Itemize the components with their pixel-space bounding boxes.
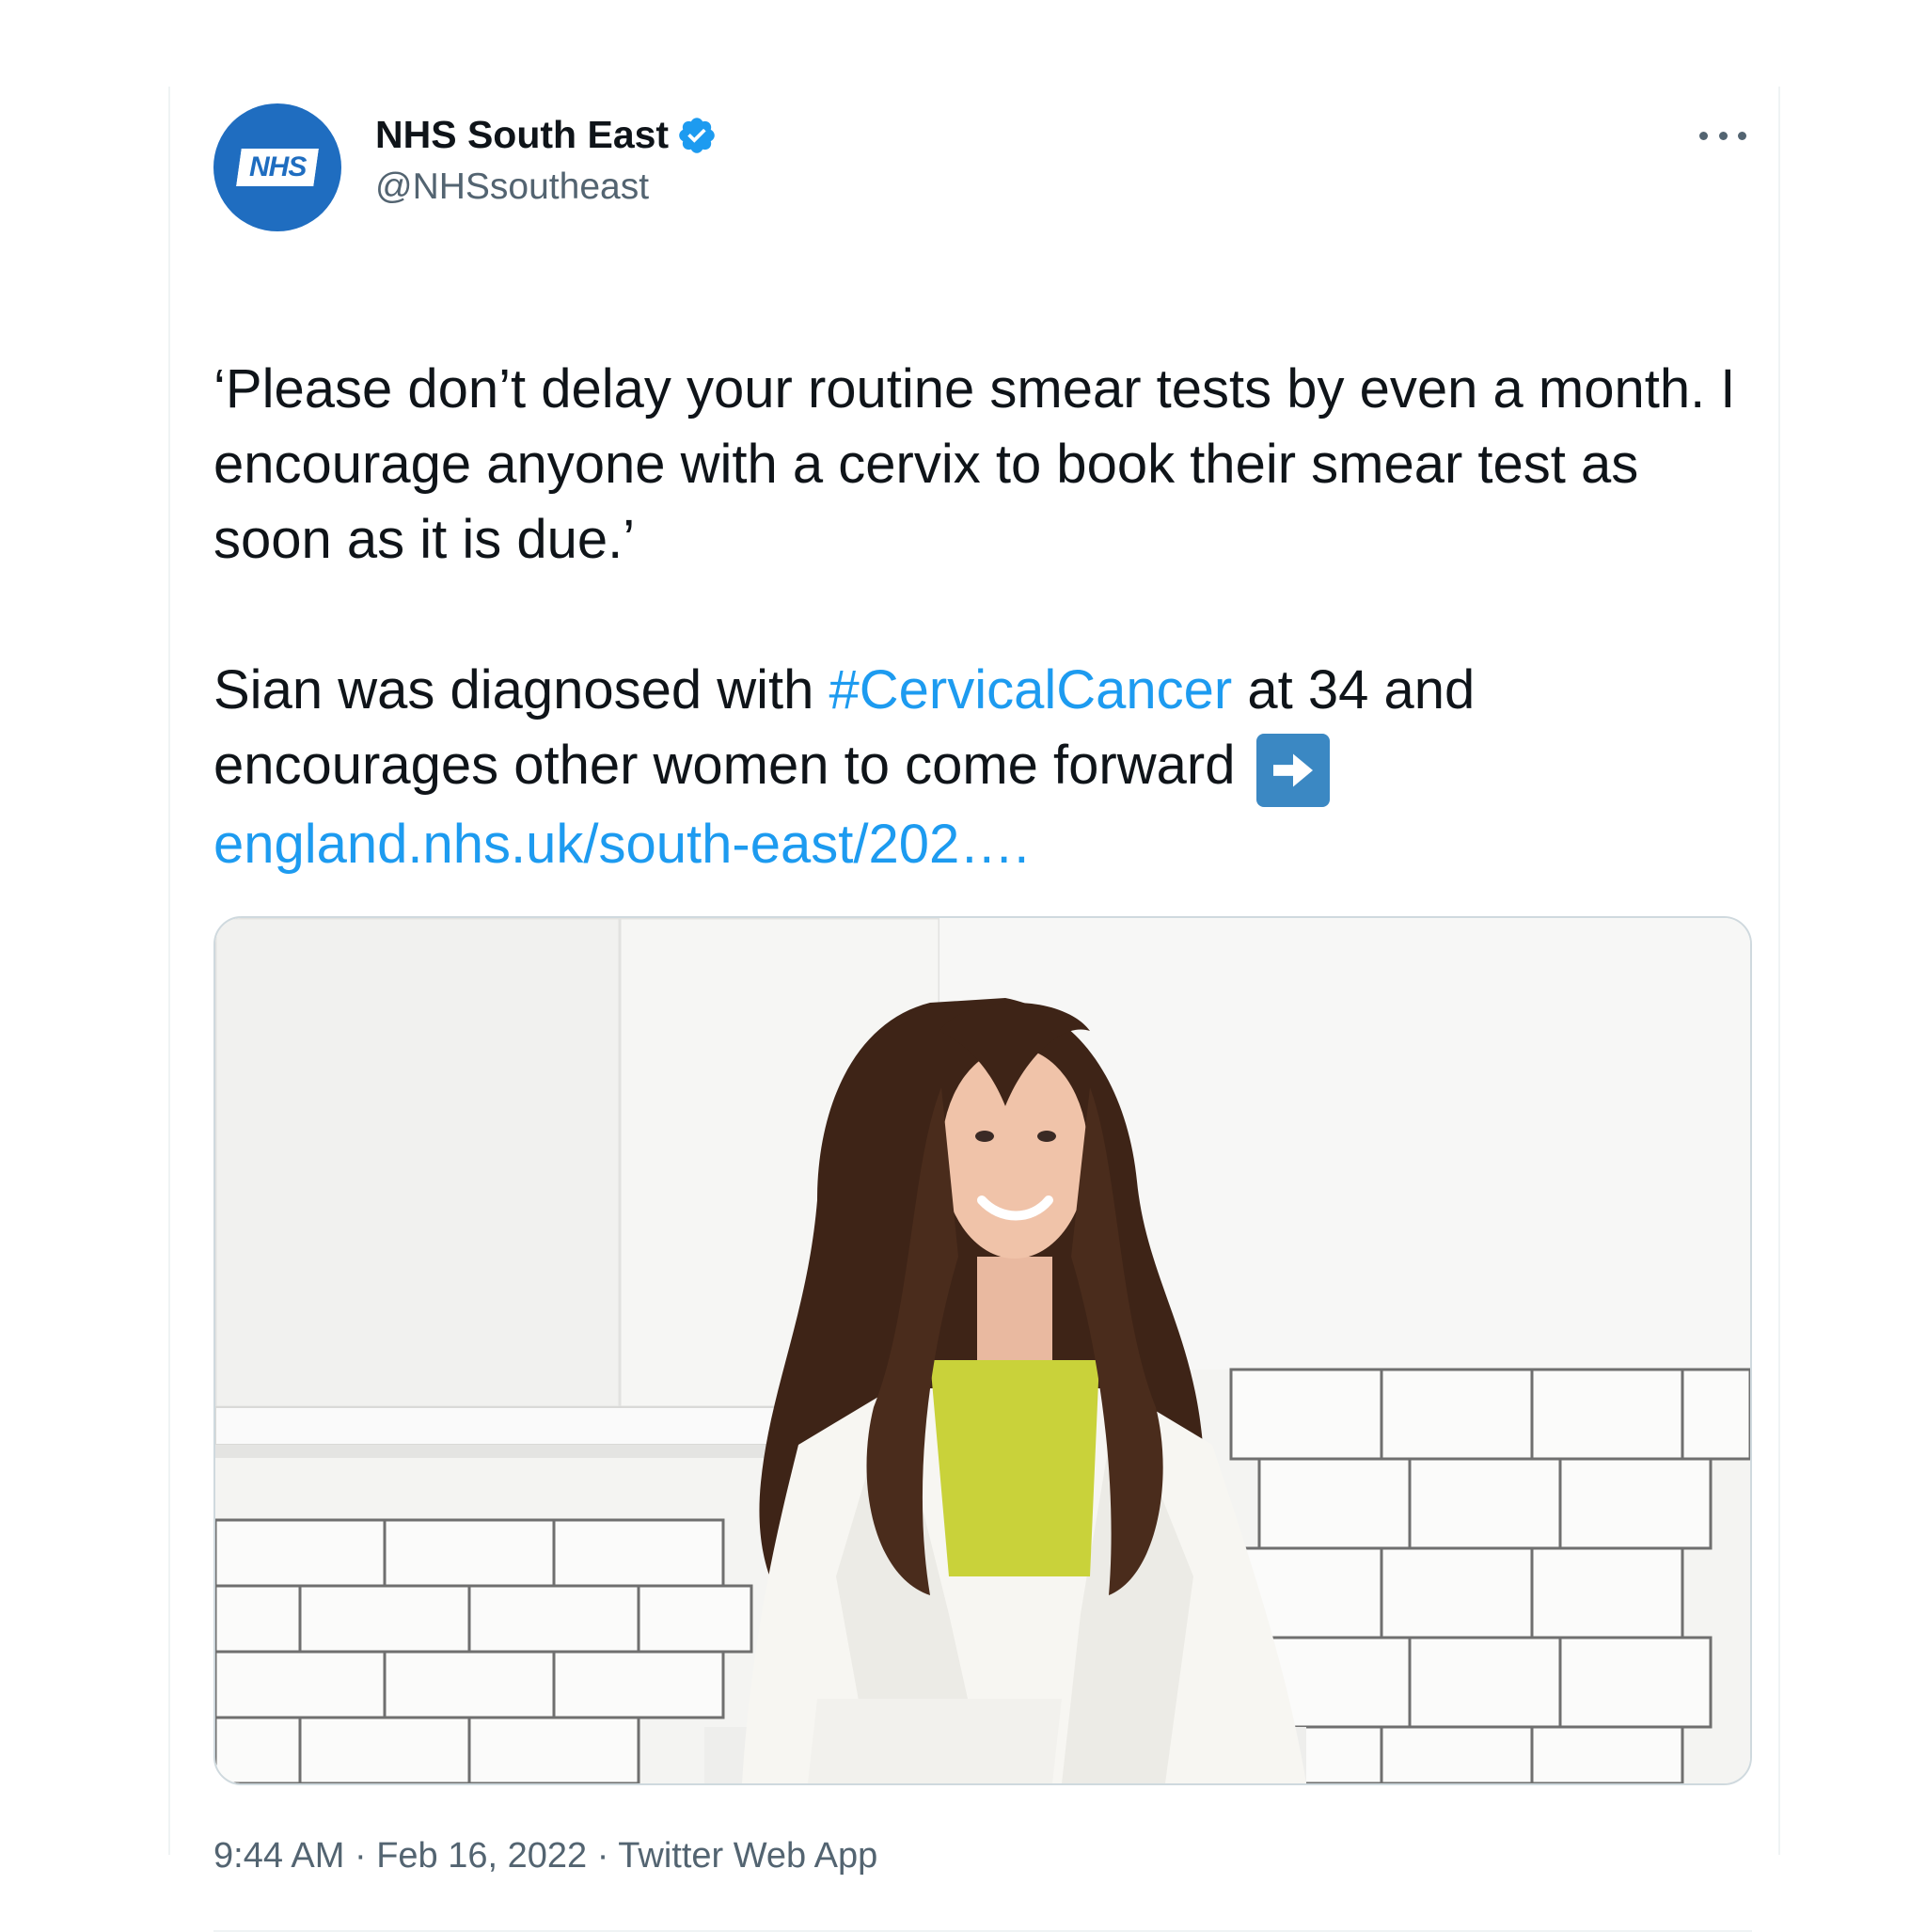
- verified-badge-icon: [679, 117, 715, 153]
- external-link[interactable]: england.nhs.uk/south-east/202….: [213, 814, 1029, 875]
- nhs-logo: NHS: [236, 149, 319, 186]
- author-names: NHS South East @NHSsoutheast: [375, 113, 718, 208]
- photo-woman-smiling-in-white-kitchen-icon: [215, 918, 1750, 1783]
- meta-separator-2: ·: [587, 1836, 619, 1876]
- tweet-header: NHS NHS South East @NHSsoutheast: [213, 94, 1746, 235]
- avatar[interactable]: NHS: [213, 103, 341, 231]
- tweet-text: ‘Please don’t delay your routine smear t…: [213, 352, 1756, 882]
- tweet-paragraph-1: ‘Please don’t delay your routine smear t…: [213, 358, 1736, 570]
- tweet-meta: 9:44 AM · Feb 16, 2022 · Twitter Web App: [213, 1836, 877, 1877]
- display-name-row: NHS South East: [375, 113, 718, 157]
- handle[interactable]: @NHSsoutheast: [375, 166, 718, 208]
- display-name[interactable]: NHS South East: [375, 113, 669, 157]
- nhs-logo-text: NHS: [248, 151, 307, 182]
- tweet-time[interactable]: 9:44 AM: [213, 1836, 344, 1876]
- tweet-card[interactable]: NHS NHS South East @NHSsoutheast ‘Please…: [168, 87, 1780, 1932]
- tweet-paragraph-2: Sian was diagnosed with #CervicalCancer …: [213, 653, 1756, 882]
- right-arrow-emoji-icon: [1255, 734, 1330, 807]
- tweet-date[interactable]: Feb 16, 2022: [376, 1836, 587, 1876]
- more-options-icon[interactable]: [1699, 126, 1746, 145]
- meta-separator-1: ·: [344, 1836, 377, 1876]
- tweet-photo[interactable]: [213, 916, 1752, 1785]
- hashtag-link[interactable]: #CervicalCancer: [829, 659, 1233, 721]
- tweet-source[interactable]: Twitter Web App: [618, 1836, 877, 1876]
- text-before-hashtag: Sian was diagnosed with: [213, 659, 829, 721]
